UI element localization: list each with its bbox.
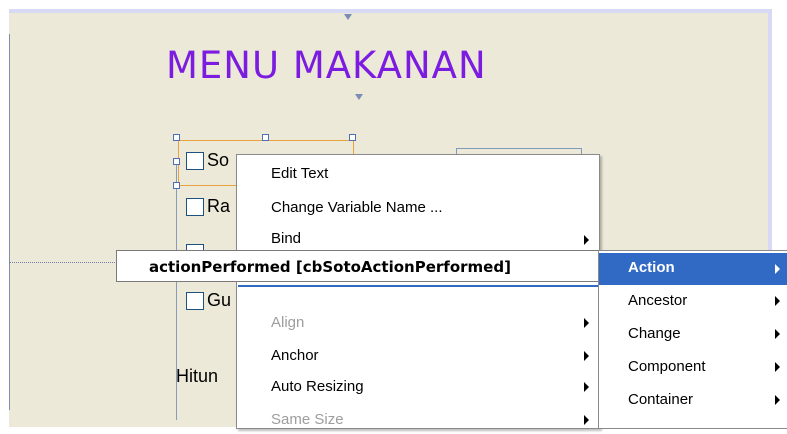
resize-handle-w[interactable] xyxy=(173,158,180,165)
submenu-item-component[interactable]: Component xyxy=(599,352,787,384)
menu-item-label: Align xyxy=(271,314,305,331)
menu-item-label: Anchor xyxy=(271,347,319,364)
checkbox-rawon[interactable]: Ra xyxy=(186,196,230,218)
menu-item-bind[interactable]: Bind xyxy=(237,225,599,253)
menu-item-auto-resizing[interactable]: Auto Resizing xyxy=(237,373,599,401)
anchor-top-icon xyxy=(344,14,352,20)
hitung-label[interactable]: Hitun xyxy=(176,366,218,387)
checkbox-box[interactable] xyxy=(186,292,204,310)
submenu-arrow-icon xyxy=(584,351,589,361)
submenu-item-label: Action xyxy=(628,259,675,276)
menu-item-label: Change Variable Name ... xyxy=(271,199,443,216)
submenu-item-label: Ancestor xyxy=(628,292,688,309)
menu-item-align[interactable]: Align xyxy=(237,309,599,337)
menu-item-label: Edit Text xyxy=(271,165,329,182)
event-handler-item[interactable]: actionPerformed [cbSotoActionPerformed] xyxy=(116,250,600,282)
resize-handle-ne[interactable] xyxy=(349,134,356,141)
submenu-arrow-icon xyxy=(584,318,589,328)
menu-item-edit-text[interactable]: Edit Text xyxy=(237,160,599,188)
event-handler-label: actionPerformed [cbSotoActionPerformed] xyxy=(149,258,511,276)
resize-handle-n[interactable] xyxy=(262,134,269,141)
submenu-item-action[interactable]: Action xyxy=(599,253,787,285)
events-submenu: Action Ancestor Change Component Contain… xyxy=(598,250,787,429)
layout-guide-horizontal xyxy=(9,262,119,263)
menu-item-label: Bind xyxy=(271,230,302,247)
submenu-item-container[interactable]: Container xyxy=(599,385,787,417)
submenu-arrow-icon xyxy=(584,382,589,392)
layout-guide-left xyxy=(9,34,10,410)
submenu-arrow-icon xyxy=(584,235,589,245)
canvas-margin-top xyxy=(0,0,787,9)
submenu-arrow-icon xyxy=(584,415,589,425)
submenu-item-label: Component xyxy=(628,358,706,375)
submenu-item-change[interactable]: Change xyxy=(599,319,787,351)
form-title-label[interactable]: MENU MAKANAN xyxy=(166,44,487,87)
submenu-arrow-icon xyxy=(775,264,780,274)
submenu-arrow-icon xyxy=(775,362,780,372)
menu-item-label: Same Size xyxy=(271,411,344,428)
resize-handle-sw[interactable] xyxy=(173,182,180,189)
submenu-item-ancestor[interactable]: Ancestor xyxy=(599,286,787,318)
canvas-margin-left xyxy=(0,0,9,427)
form-border-top xyxy=(9,9,772,13)
context-menu: Edit Text Change Variable Name ... Bind … xyxy=(236,154,600,429)
menu-item-label: Auto Resizing xyxy=(271,378,364,395)
submenu-arrow-icon xyxy=(775,296,780,306)
submenu-arrow-icon xyxy=(775,395,780,405)
submenu-item-label: Change xyxy=(628,325,681,342)
checkbox-label: Gu xyxy=(207,290,232,310)
menu-item-anchor[interactable]: Anchor xyxy=(237,342,599,370)
menu-highlight-strip xyxy=(238,285,598,287)
resize-handle-nw[interactable] xyxy=(173,134,180,141)
checkbox-gule[interactable]: Gu xyxy=(186,290,231,312)
submenu-item-label: Container xyxy=(628,391,694,408)
checkbox-label: Ra xyxy=(207,196,231,216)
menu-item-same-size[interactable]: Same Size xyxy=(237,406,599,434)
menu-item-change-variable-name[interactable]: Change Variable Name ... xyxy=(237,194,599,222)
submenu-arrow-icon xyxy=(775,329,780,339)
anchor-title-icon xyxy=(355,94,363,100)
checkbox-box[interactable] xyxy=(186,198,204,216)
